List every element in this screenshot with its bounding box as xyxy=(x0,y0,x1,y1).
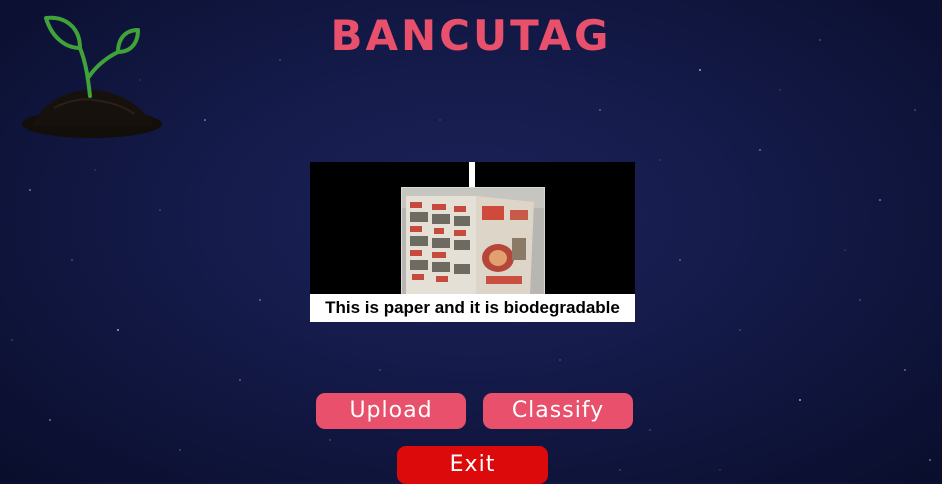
image-preview-panel xyxy=(310,162,635,296)
classification-result: This is paper and it is biodegradable xyxy=(310,294,635,322)
divider-marker xyxy=(469,162,475,188)
upload-button[interactable]: Upload xyxy=(316,393,466,429)
app-title: BANCUTAG xyxy=(330,11,612,60)
classify-button[interactable]: Classify xyxy=(483,393,633,429)
uploaded-image xyxy=(401,187,545,296)
exit-button[interactable]: Exit xyxy=(397,446,548,484)
